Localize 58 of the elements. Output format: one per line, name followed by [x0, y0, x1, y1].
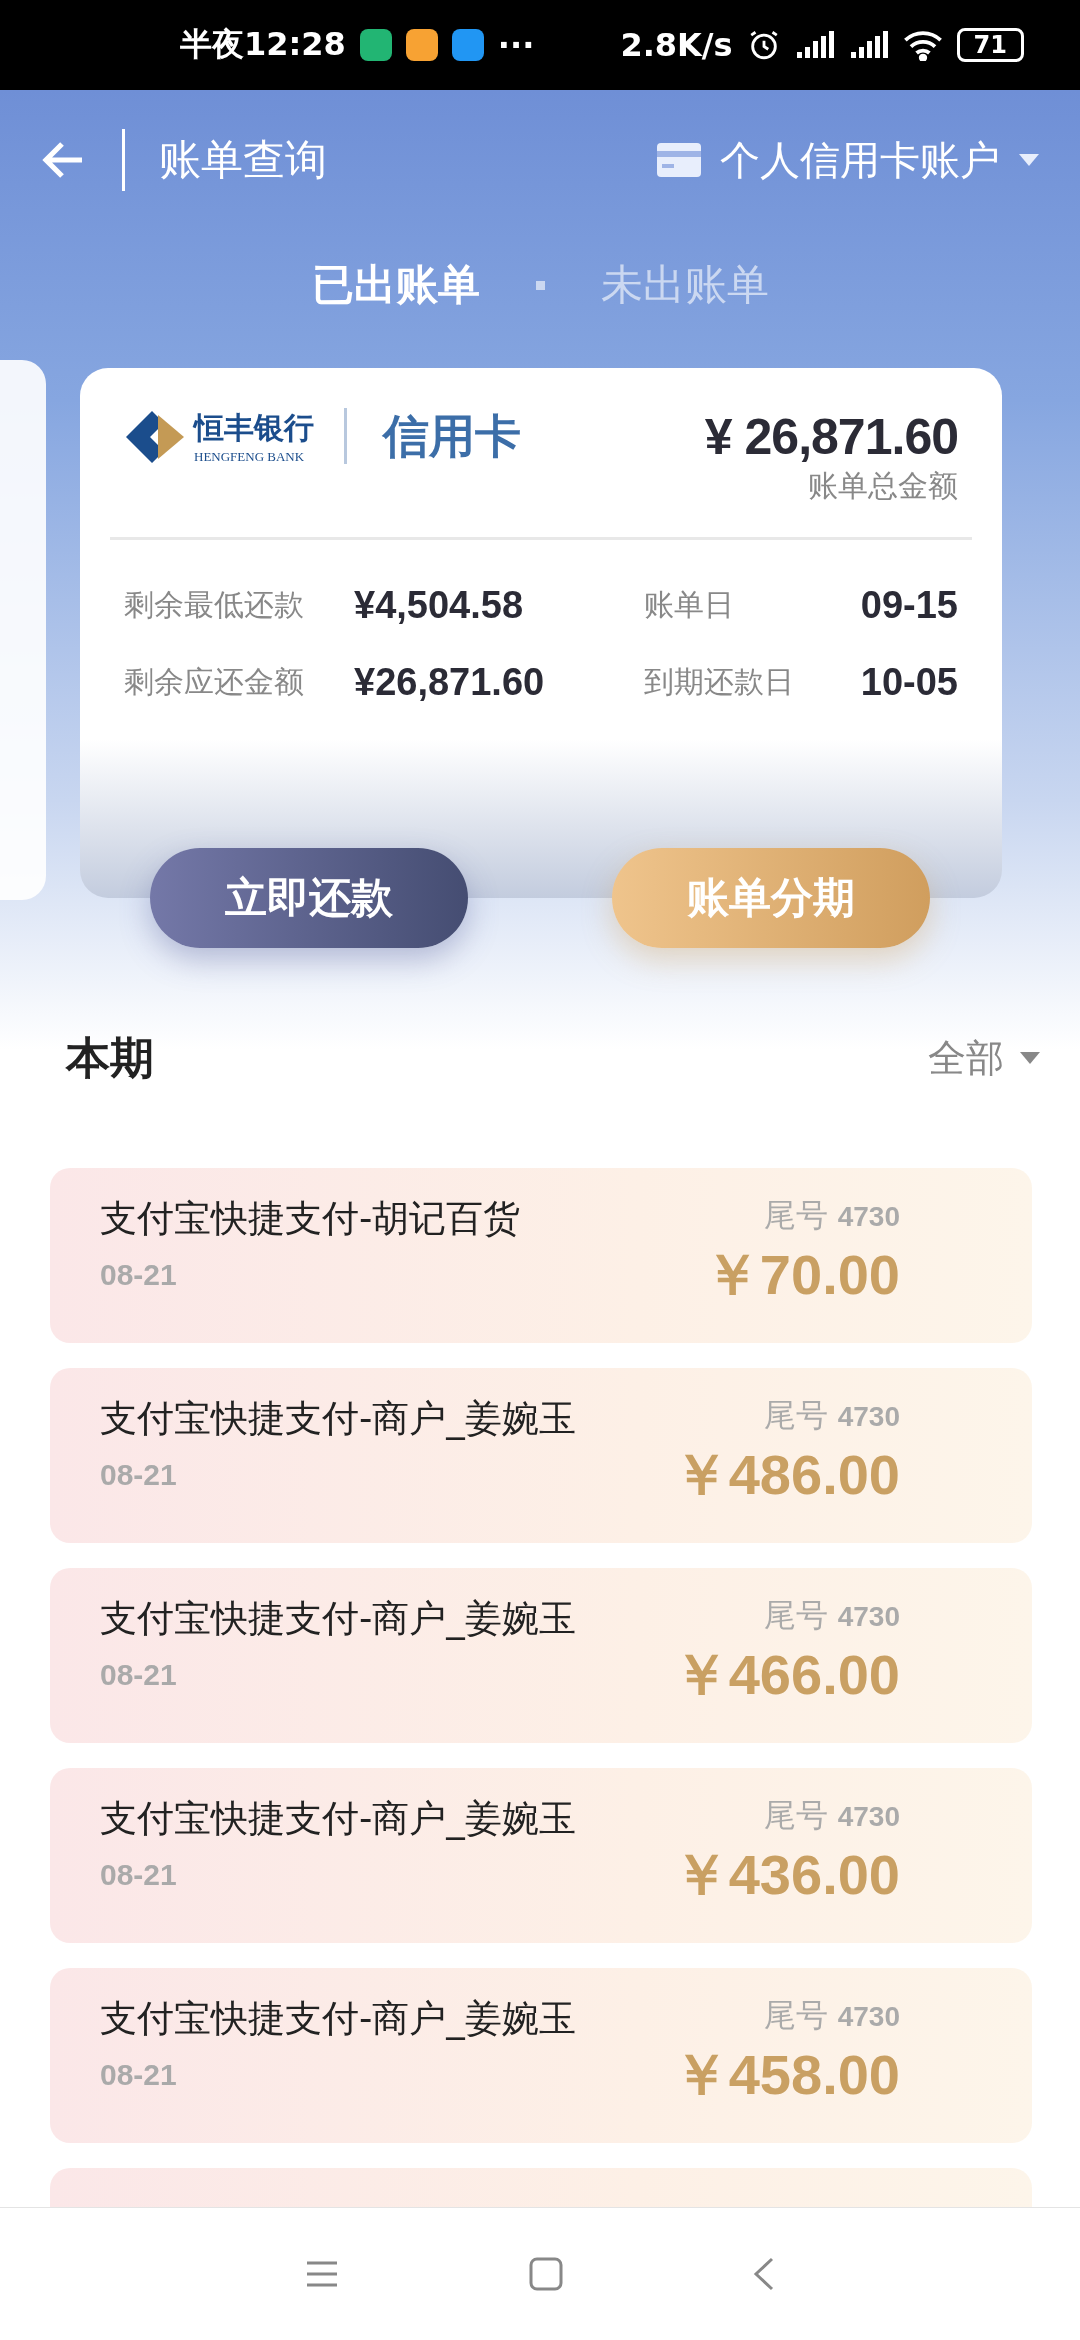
- credit-card-icon: [656, 142, 702, 178]
- transaction-amount: ￥70.00: [703, 1242, 900, 1308]
- transaction-date: 08-21: [100, 1458, 178, 1492]
- back-icon[interactable]: [753, 2257, 775, 2291]
- card-type: 信用卡: [344, 408, 521, 464]
- transaction-card[interactable]: 支付宝快捷支付-胡记百货 08-21 尾号 4730 ￥70.00: [50, 1168, 1032, 1343]
- dropdown-caret-icon: [1018, 153, 1040, 167]
- filter-dropdown[interactable]: 全部: [928, 1032, 1040, 1084]
- transaction-title: 支付宝快捷支付-商户_姜婉玉: [100, 1596, 576, 1642]
- section-title: 本期: [66, 1030, 154, 1085]
- total-amount: ¥ 26,871.60: [704, 408, 958, 466]
- more-notifications: ···: [497, 26, 535, 64]
- card-tail-number: 尾号 4730: [763, 1595, 900, 1636]
- total-amount-label: 账单总金额: [808, 467, 958, 505]
- detail-value: 09-15: [860, 584, 958, 627]
- transaction-card[interactable]: 支付宝快捷支付-商户_姜婉玉 08-21 尾号 4730 ￥436.00: [50, 1768, 1032, 1943]
- card-tail-number: 尾号 4730: [763, 1195, 900, 1236]
- card-tail-number: 尾号 4730: [763, 1795, 900, 1836]
- network-speed: 2.8K/s: [620, 26, 733, 64]
- transaction-card[interactable]: 支付宝快捷支付-商户_姜婉玉 08-21 尾号 4730 ￥458.00: [50, 1968, 1032, 2143]
- page-title: 账单查询: [159, 134, 327, 186]
- transaction-date: 08-21: [100, 1858, 178, 1892]
- detail-value: ¥4,504.58: [354, 584, 524, 627]
- app-notification-icon: [359, 29, 392, 61]
- app-notification-icon: [405, 29, 438, 61]
- detail-value: 10-05: [860, 661, 958, 704]
- bank-name-english: HENGFENG BANK: [194, 449, 306, 465]
- detail-label: 账单日: [644, 586, 735, 624]
- signal-icon: [794, 30, 835, 60]
- detail-label: 剩余应还金额: [124, 663, 305, 701]
- card-tail-number: 尾号 4730: [763, 1395, 900, 1436]
- transaction-title: 支付宝快捷支付-胡记百货: [100, 1196, 521, 1242]
- transaction-amount: ￥466.00: [672, 1642, 900, 1708]
- transaction-title: 支付宝快捷支付-商户_姜婉玉: [100, 1796, 576, 1842]
- transaction-date: 08-21: [100, 1258, 178, 1292]
- home-icon[interactable]: [529, 2257, 563, 2291]
- dropdown-caret-icon: [1020, 1052, 1040, 1064]
- transaction-card[interactable]: 支付宝快捷支付-商户_姜婉玉 08-21 尾号 4730 ￥466.00: [50, 1568, 1032, 1743]
- menu-icon[interactable]: [305, 2260, 339, 2288]
- transaction-date: 08-21: [100, 2058, 178, 2092]
- transaction-amount: ￥436.00: [672, 1842, 900, 1908]
- card-tail-number: 尾号 4730: [763, 1995, 900, 2036]
- clock: 半夜12:28: [180, 24, 346, 65]
- transaction-title: 支付宝快捷支付-商户_姜婉玉: [100, 1996, 576, 2042]
- signal-icon: [848, 30, 889, 60]
- detail-value: ¥26,871.60: [354, 661, 545, 704]
- wifi-icon: [902, 29, 943, 61]
- transaction-title: 支付宝快捷支付-商户_姜婉玉: [100, 1396, 576, 1442]
- transaction-card[interactable]: 支付宝快捷支付-商户_姜婉玉 08-21 尾号 4730 ￥486.00: [50, 1368, 1032, 1543]
- transaction-date: 08-21: [100, 1658, 178, 1692]
- bank-name: 恒丰银行: [194, 409, 314, 447]
- detail-label: 剩余最低还款: [124, 586, 305, 624]
- transaction-amount: ￥486.00: [672, 1442, 900, 1508]
- repay-button[interactable]: 立即还款: [150, 848, 468, 948]
- battery-level: 71: [956, 28, 1024, 62]
- app-notification-icon: [451, 29, 484, 61]
- transaction-amount: ￥458.00: [672, 2042, 900, 2108]
- detail-label: 到期还款日: [644, 663, 795, 701]
